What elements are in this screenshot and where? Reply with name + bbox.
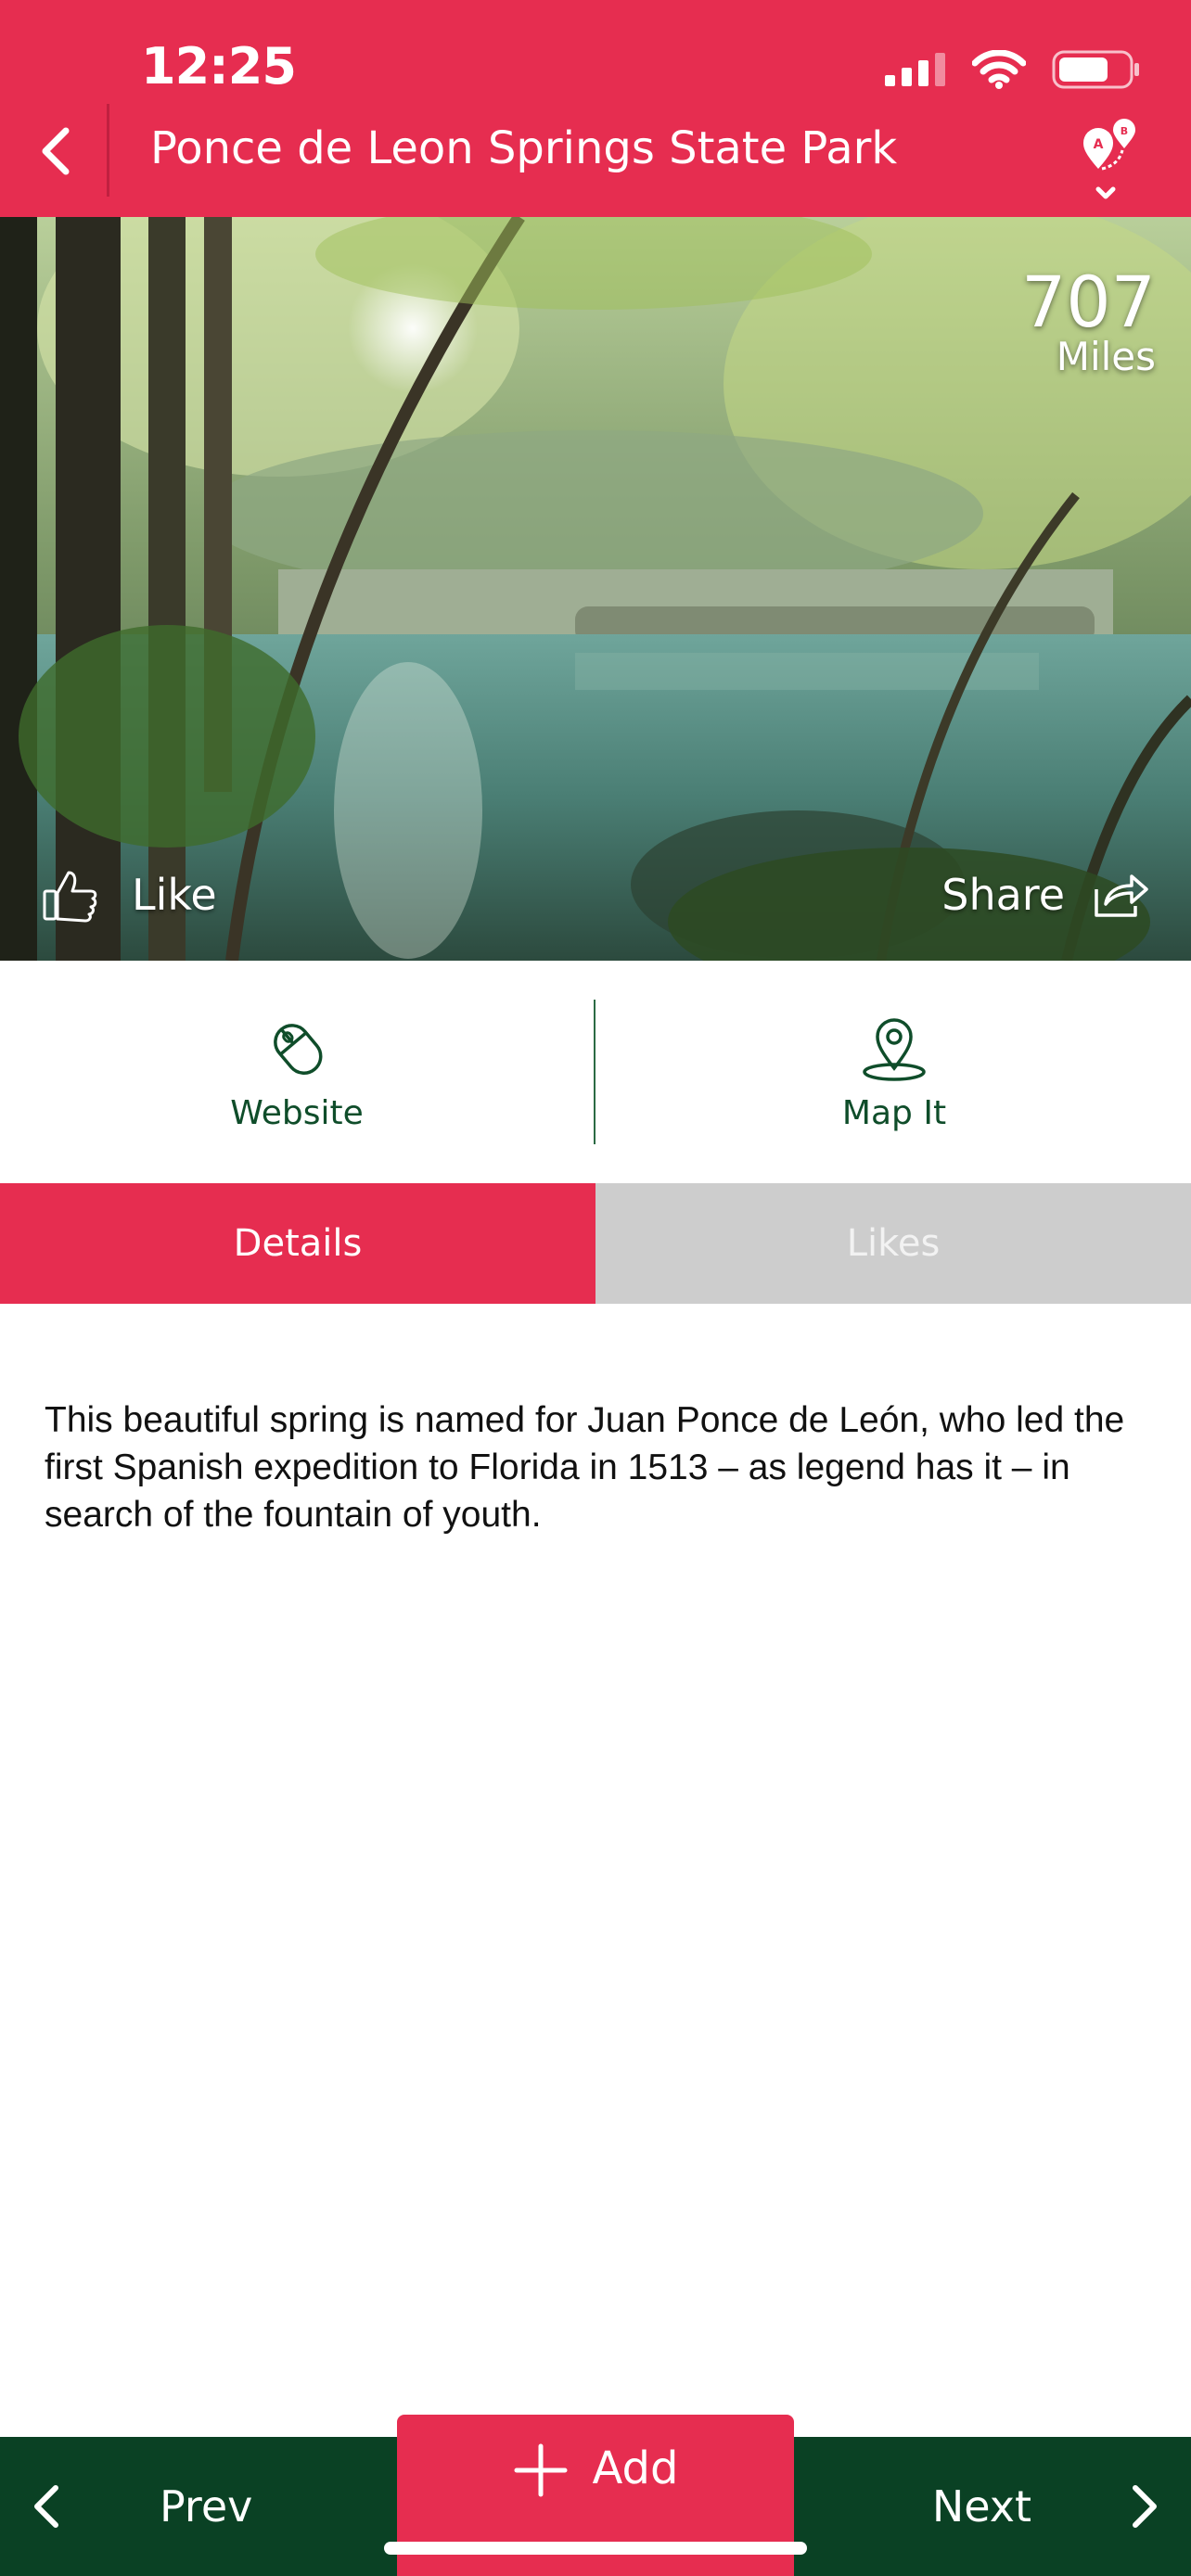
tab-bar: Details Likes — [0, 1183, 1191, 1304]
prev-label: Prev — [160, 2481, 253, 2531]
distance-readout: 707 Miles — [1021, 267, 1156, 376]
app-header: 12:25 Ponce de Leon Springs State Park A… — [0, 0, 1191, 217]
action-divider — [594, 1000, 596, 1144]
thumbs-up-icon — [43, 871, 97, 923]
map-it-button[interactable]: Map It — [597, 961, 1191, 1183]
cellular-signal-icon — [885, 53, 945, 86]
share-label: Share — [941, 870, 1065, 920]
add-label: Add — [592, 2442, 679, 2494]
header-divider — [107, 104, 109, 197]
share-arrow-icon — [1095, 874, 1148, 917]
page-title: Ponce de Leon Springs State Park — [150, 122, 898, 174]
next-label: Next — [931, 2481, 1031, 2531]
share-button[interactable]: Share — [941, 862, 1150, 927]
distance-value: 707 — [1020, 261, 1156, 343]
svg-text:B: B — [1121, 125, 1128, 137]
chevron-right-icon — [1133, 2485, 1157, 2528]
website-label: Website — [230, 1093, 364, 1132]
battery-icon — [1052, 50, 1139, 89]
park-description: This beautiful spring is named for Juan … — [45, 1400, 1125, 1535]
home-indicator[interactable] — [384, 2542, 807, 2555]
action-row: Website Map It — [0, 961, 1191, 1183]
svg-text:A: A — [1094, 137, 1104, 152]
map-it-label: Map It — [841, 1093, 947, 1132]
tab-likes[interactable]: Likes — [596, 1183, 1191, 1304]
prev-button[interactable]: Prev — [0, 2437, 390, 2576]
like-button[interactable]: Like — [41, 862, 217, 927]
route-a-b-icon: A B — [1083, 119, 1135, 199]
map-pin-icon — [863, 1017, 926, 1081]
like-label: Like — [132, 870, 217, 920]
computer-mouse-icon — [274, 1023, 323, 1075]
wifi-icon — [972, 50, 1026, 89]
chevron-left-icon — [42, 127, 70, 175]
back-button[interactable] — [28, 119, 83, 184]
park-photo: 707 Miles Like Share — [0, 217, 1191, 961]
spring-landscape-image — [0, 217, 1191, 961]
distance-unit: Miles — [1056, 334, 1156, 379]
chevron-left-icon — [34, 2485, 58, 2528]
status-time: 12:25 — [141, 37, 297, 96]
next-button[interactable]: Next — [801, 2437, 1191, 2576]
tab-details[interactable]: Details — [0, 1183, 596, 1304]
website-button[interactable]: Website — [0, 961, 594, 1183]
plus-icon — [514, 2443, 568, 2497]
status-icons — [885, 46, 1141, 93]
route-menu-button[interactable]: A B — [1074, 109, 1148, 211]
